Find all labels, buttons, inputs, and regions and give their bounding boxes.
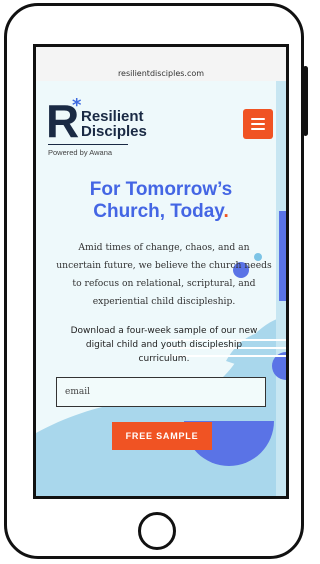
headline-period: . <box>223 201 229 222</box>
headline-line2: Church, Today. <box>46 201 276 223</box>
logo-name-line1: Resilient <box>81 108 144 125</box>
intro-line: Amid times of change, chaos, and an <box>78 242 250 253</box>
logo-wordmark: Resilient Disciples <box>81 109 147 139</box>
intro-line: to refocus on relational, scriptural, an… <box>72 278 256 289</box>
landing-page: R * Resilient Disciples Powered by Awana… <box>36 81 286 496</box>
headline-line1: For Tomorrow’s <box>89 179 233 200</box>
headline-text: Church, Today <box>93 201 224 222</box>
free-sample-button[interactable]: FREE SAMPLE <box>112 422 212 450</box>
phone-screen: resilientdisciples.com R * Resilient Dis… <box>33 44 289 499</box>
url-text: resilientdisciples.com <box>117 69 205 78</box>
download-text-line: Download a four-week sample of our new <box>70 326 258 336</box>
hamburger-icon-bar <box>251 128 265 130</box>
phone-side-button <box>303 66 308 136</box>
email-placeholder: email <box>65 387 90 397</box>
intro-line: experiential child discipleship. <box>92 296 236 307</box>
intro-line: uncertain future, we believe the church … <box>56 260 272 271</box>
logo-divider <box>48 144 128 145</box>
blue-bar-right <box>279 211 286 301</box>
logo-star-icon: * <box>72 95 82 116</box>
powered-by-text: Powered by Awana <box>48 148 113 157</box>
hamburger-icon-bar <box>251 123 265 125</box>
download-text-line: curriculum. <box>138 354 190 364</box>
address-bar[interactable]: resilientdisciples.com <box>36 47 286 81</box>
logo-name-line2: Disciples <box>81 123 147 140</box>
menu-button[interactable] <box>243 109 273 139</box>
home-button[interactable] <box>138 512 176 550</box>
hamburger-icon <box>251 118 265 120</box>
download-text-line: digital child and youth discipleship <box>85 340 243 350</box>
email-field[interactable]: email <box>56 377 266 407</box>
